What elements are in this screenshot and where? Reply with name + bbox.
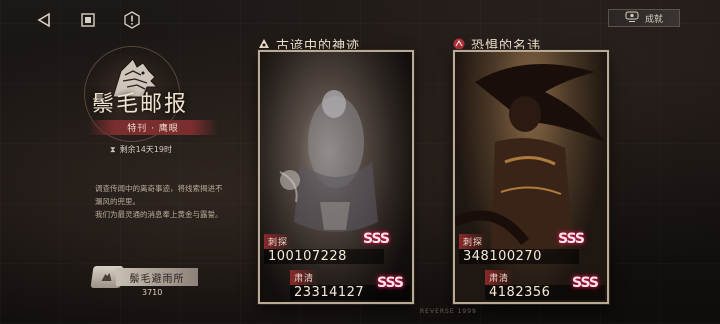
rank-badge-purge: SSS <box>377 275 404 291</box>
stat-label-purge: 肃清 <box>485 270 514 285</box>
description-line: 漏风的兜里。 <box>95 197 140 206</box>
rank-badge-purge: SSS <box>572 275 599 291</box>
shelter-button[interactable]: 鬃毛避雨所 3710 <box>90 266 198 298</box>
card-art-armored-warrior <box>455 52 607 302</box>
watermark: REVERSE 1999 <box>420 308 477 315</box>
event-description: 调查传闻中的离奇事迹，将线索揭进不 漏风的兜里。 我们为最灵通的消息奉上黄金与露… <box>95 182 245 221</box>
shelter-name: 鬃毛避雨所 <box>116 268 198 286</box>
stat-label-scout: 刺探 <box>264 234 293 249</box>
timer-text: 剩余14天19时 <box>119 145 172 154</box>
back-triangle-icon[interactable] <box>34 10 54 30</box>
rank-badge-scout: SSS <box>558 231 585 247</box>
description-line: 我们为最灵通的消息奉上黄金与露誓。 <box>95 210 223 219</box>
stop-square-icon[interactable] <box>78 10 98 30</box>
achievement-button[interactable]: 成就 <box>608 9 680 27</box>
case-card-ancient-miracle[interactable]: 刺探 100107228 SSS 肃清 23314127 SSS <box>258 50 414 304</box>
event-title: 鬃毛邮报 <box>92 92 189 117</box>
stat-label-scout: 刺探 <box>459 234 488 249</box>
achievement-icon <box>625 11 639 26</box>
stat-label-purge: 肃清 <box>290 270 319 285</box>
event-timer: ⧗ 剩余14天19时 <box>110 144 172 155</box>
achievement-label: 成就 <box>644 14 663 25</box>
description-line: 调查传闻中的离奇事迹，将线索揭进不 <box>95 184 223 193</box>
event-subtitle: 特刊 · 鹰眼 <box>88 120 218 135</box>
info-hexagon-icon[interactable] <box>122 10 142 30</box>
hourglass-icon: ⧗ <box>110 144 116 154</box>
rune-icon <box>258 38 270 50</box>
rank-badge-scout: SSS <box>363 231 390 247</box>
case-card-feared-name[interactable]: 刺探 348100270 SSS 肃清 4182356 SSS <box>453 50 609 304</box>
shelter-count: 3710 <box>142 288 163 297</box>
claw-icon <box>453 38 465 50</box>
card-art-ancient-figure <box>260 52 412 302</box>
